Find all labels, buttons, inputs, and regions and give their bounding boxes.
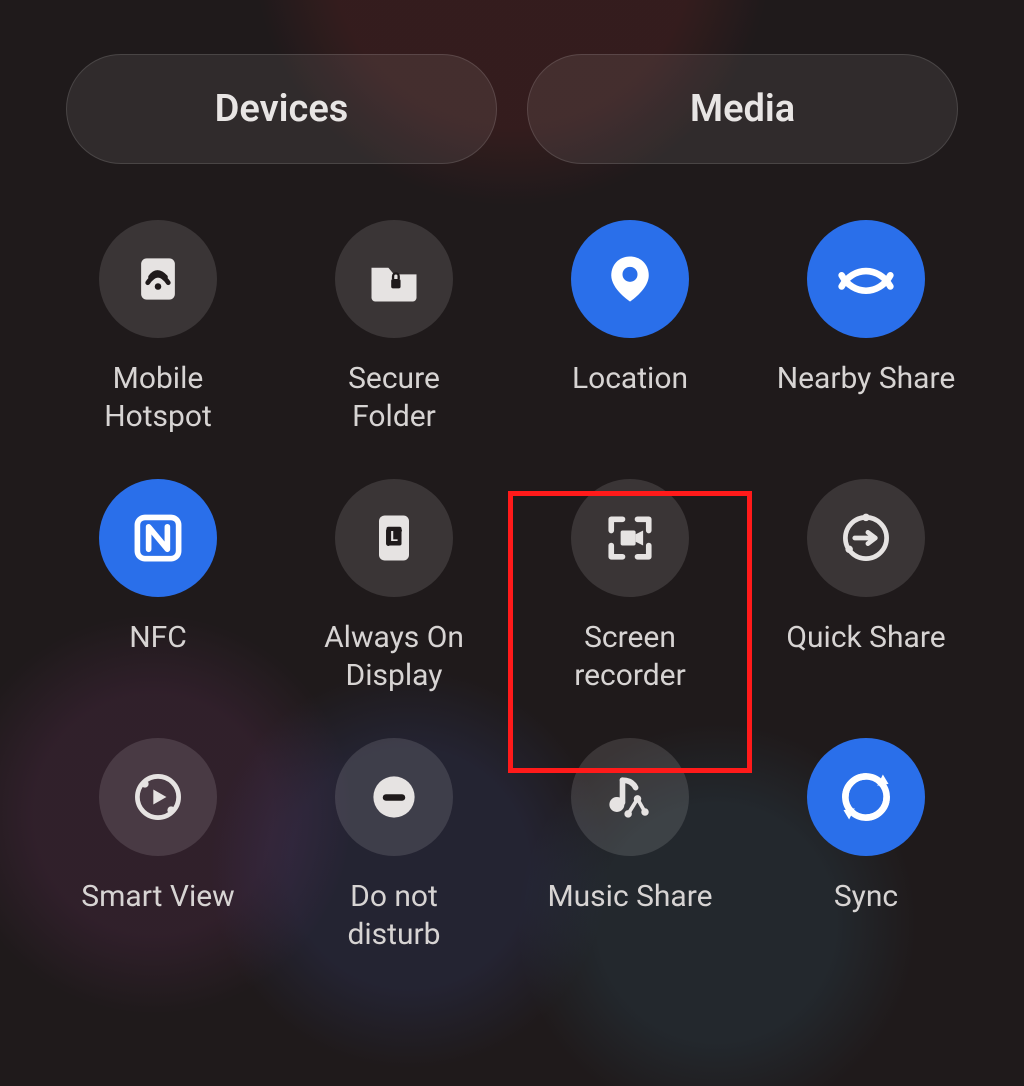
- sync-icon: [836, 767, 896, 827]
- screen-recorder-toggle[interactable]: [571, 479, 689, 597]
- always-on-display-label: Always On Display: [324, 619, 464, 694]
- media-button[interactable]: Media: [527, 54, 958, 164]
- secure-folder-toggle[interactable]: [335, 220, 453, 338]
- tile-sync[interactable]: Sync: [748, 732, 984, 953]
- mobile-hotspot-label: Mobile Hotspot: [104, 360, 212, 435]
- quick-share-label: Quick Share: [786, 619, 945, 657]
- tile-screen-recorder[interactable]: Screen recorder: [512, 473, 748, 694]
- dnd-icon: [364, 767, 424, 827]
- secure-folder-icon: [364, 249, 424, 309]
- music-share-toggle[interactable]: [571, 738, 689, 856]
- quick-panel-top-row: Devices Media: [0, 0, 1024, 164]
- secure-folder-label: Secure Folder: [348, 360, 440, 435]
- do-not-disturb-label: Do not disturb: [347, 878, 440, 953]
- nfc-label: NFC: [129, 619, 187, 657]
- location-icon: [600, 249, 660, 309]
- devices-button-label: Devices: [215, 87, 349, 131]
- tile-smart-view[interactable]: Smart View: [40, 732, 276, 953]
- tile-nfc[interactable]: NFC: [40, 473, 276, 694]
- nearby-share-icon: [836, 249, 896, 309]
- tile-music-share[interactable]: Music Share: [512, 732, 748, 953]
- sync-label: Sync: [834, 878, 898, 916]
- screen-recorder-label: Screen recorder: [574, 619, 686, 694]
- nfc-toggle[interactable]: [99, 479, 217, 597]
- music-share-label: Music Share: [547, 878, 712, 916]
- location-label: Location: [572, 360, 688, 398]
- tile-always-on-display[interactable]: Always On Display: [276, 473, 512, 694]
- media-button-label: Media: [690, 87, 795, 131]
- tile-nearby-share[interactable]: Nearby Share: [748, 214, 984, 435]
- devices-button[interactable]: Devices: [66, 54, 497, 164]
- quick-share-icon: [836, 508, 896, 568]
- tile-do-not-disturb[interactable]: Do not disturb: [276, 732, 512, 953]
- screen-recorder-icon: [600, 508, 660, 568]
- nearby-share-label: Nearby Share: [777, 360, 956, 398]
- smart-view-label: Smart View: [81, 878, 234, 916]
- music-share-icon: [600, 767, 660, 827]
- aod-icon: [364, 508, 424, 568]
- quick-settings-grid: Mobile Hotspot Secure Folder Location Nearb…: [0, 164, 1024, 953]
- tile-secure-folder[interactable]: Secure Folder: [276, 214, 512, 435]
- sync-toggle[interactable]: [807, 738, 925, 856]
- tile-location[interactable]: Location: [512, 214, 748, 435]
- location-toggle[interactable]: [571, 220, 689, 338]
- smart-view-icon: [128, 767, 188, 827]
- mobile-hotspot-toggle[interactable]: [99, 220, 217, 338]
- tile-mobile-hotspot[interactable]: Mobile Hotspot: [40, 214, 276, 435]
- smart-view-toggle[interactable]: [99, 738, 217, 856]
- quick-share-toggle[interactable]: [807, 479, 925, 597]
- nearby-share-toggle[interactable]: [807, 220, 925, 338]
- nfc-icon: [128, 508, 188, 568]
- tile-quick-share[interactable]: Quick Share: [748, 473, 984, 694]
- hotspot-icon: [128, 249, 188, 309]
- always-on-display-toggle[interactable]: [335, 479, 453, 597]
- do-not-disturb-toggle[interactable]: [335, 738, 453, 856]
